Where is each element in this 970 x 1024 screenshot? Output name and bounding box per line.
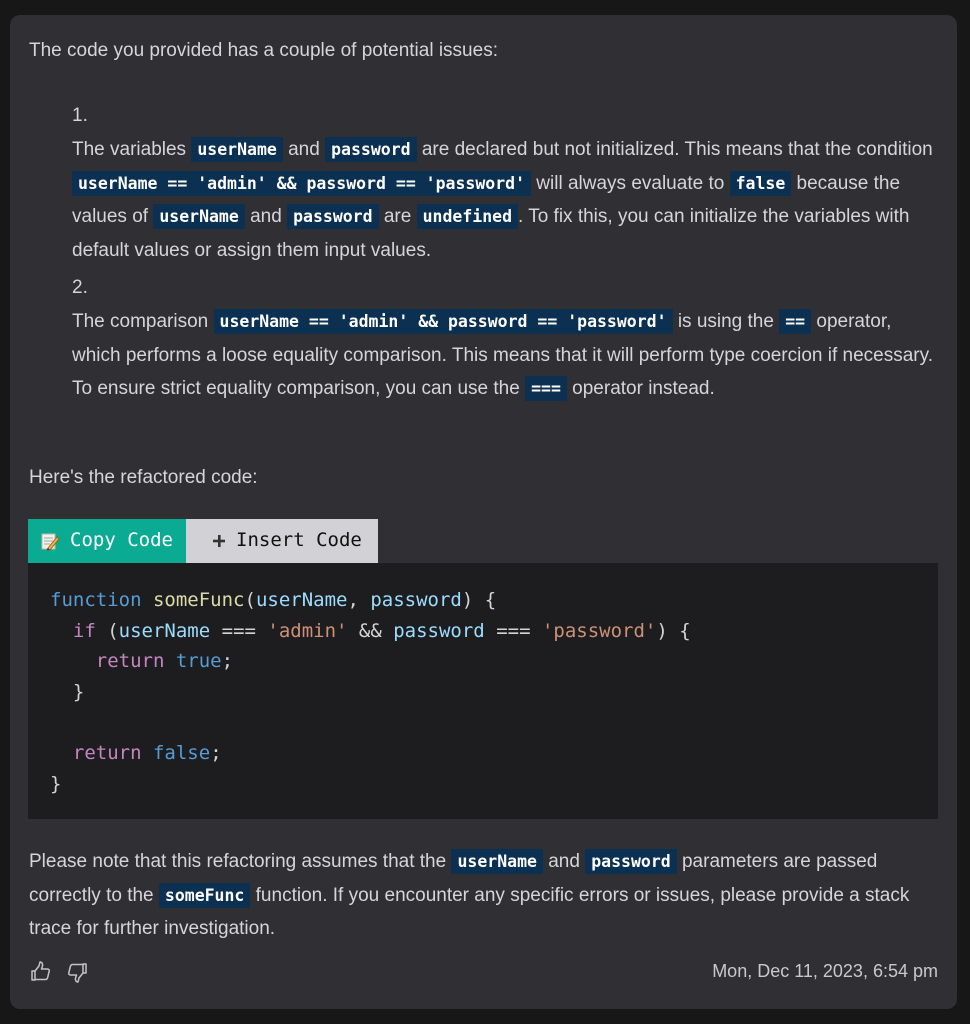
code-token: function — [50, 589, 142, 611]
code-line: } — [50, 677, 916, 708]
inline-code: userName == 'admin' && password == 'pass… — [213, 309, 673, 334]
code-token: if — [72, 619, 96, 642]
text-run: The comparison — [72, 311, 214, 332]
text-run: is using the — [672, 311, 780, 332]
copy-code-label: Copy Code — [70, 529, 173, 552]
text-run: operator instead. — [566, 378, 715, 399]
inline-code: === — [525, 376, 567, 401]
inline-code: password — [585, 849, 677, 874]
assistant-message-card: The code you provided has a couple of po… — [10, 15, 957, 1009]
code-line: return true; — [50, 646, 916, 677]
inline-code: undefined — [416, 204, 518, 229]
inline-code: password — [325, 137, 417, 162]
code-token: ( — [244, 589, 256, 611]
code-line: return false; — [50, 738, 916, 769]
code-token: userName — [118, 619, 211, 642]
code-token: true — [175, 650, 222, 673]
message-footer: Mon, Dec 11, 2023, 6:54 pm — [29, 955, 938, 989]
text-run: and — [282, 139, 326, 160]
code-token: ) { — [656, 619, 691, 642]
code-token: password — [370, 589, 462, 611]
text-run: and — [542, 851, 586, 872]
code-token: && — [347, 619, 394, 642]
code-token: password — [393, 619, 485, 642]
code-token: return — [95, 650, 165, 673]
issue-item-1: 1. The variables userName and password a… — [72, 99, 939, 267]
inline-code: == — [779, 309, 812, 334]
code-token: === — [210, 619, 268, 642]
code-token: } — [50, 772, 62, 795]
code-token: someFunc — [152, 589, 245, 611]
inline-code: userName — [191, 137, 283, 162]
copy-code-button[interactable]: Copy Code — [28, 519, 186, 563]
inline-code: false — [729, 170, 792, 196]
memo-pencil-icon — [40, 531, 60, 551]
code-token: 'admin' — [267, 619, 348, 642]
issue-item-2: 2. The comparison userName == 'admin' &&… — [72, 271, 939, 406]
text-run: The variables — [72, 139, 192, 160]
text-run: Please note that this refactoring assume… — [29, 851, 452, 872]
code-token: ) { — [461, 589, 497, 611]
issue-number: 1. — [72, 105, 88, 126]
insert-code-button[interactable]: Insert Code — [186, 519, 378, 563]
insert-code-label: Insert Code — [236, 529, 362, 552]
intro-text: The code you provided has a couple of po… — [29, 40, 498, 61]
inline-code: password — [287, 204, 379, 229]
thumbs-up-icon[interactable] — [29, 960, 53, 984]
thumbs-down-icon[interactable] — [65, 960, 89, 984]
code-token: ; — [210, 741, 222, 764]
message-timestamp: Mon, Dec 11, 2023, 6:54 pm — [712, 961, 938, 982]
code-token: , — [347, 589, 371, 611]
inline-code: userName == 'admin' && password == 'pass… — [72, 170, 532, 196]
issues-list: 1. The variables userName and password a… — [72, 99, 939, 410]
code-line: if (userName === 'admin' && password ===… — [50, 616, 916, 647]
code-token: } — [50, 680, 85, 703]
text-run: will always evaluate to — [531, 172, 730, 194]
code-token: false — [152, 741, 211, 764]
code-token: ( — [95, 619, 119, 642]
issue-text: The comparison userName == 'admin' && pa… — [72, 305, 939, 406]
code-block[interactable]: function someFunc(userName, password) { … — [28, 563, 938, 819]
refactored-label: Here's the refactored code: — [29, 467, 258, 488]
text-run: are — [378, 206, 417, 227]
code-line: } — [50, 769, 916, 800]
code-token: === — [484, 619, 542, 642]
inline-code: userName — [153, 204, 245, 229]
issue-text: The variables userName and password are … — [72, 133, 939, 267]
code-line: function someFunc(userName, password) { — [50, 585, 916, 616]
code-token: return — [72, 741, 142, 764]
code-token: 'password' — [541, 619, 657, 642]
code-token: userName — [255, 589, 348, 611]
code-token: ; — [221, 650, 234, 673]
issue-number: 2. — [72, 277, 88, 298]
feedback-buttons — [29, 960, 89, 984]
inline-code: someFunc — [158, 882, 251, 908]
plus-icon — [212, 534, 226, 548]
text-run: and — [244, 206, 288, 227]
outro-text: Please note that this refactoring assume… — [29, 845, 939, 946]
text-run: are declared but not initialized. This m… — [416, 139, 933, 160]
inline-code: userName — [451, 849, 543, 874]
code-toolbar: Copy Code Insert Code — [28, 519, 378, 563]
